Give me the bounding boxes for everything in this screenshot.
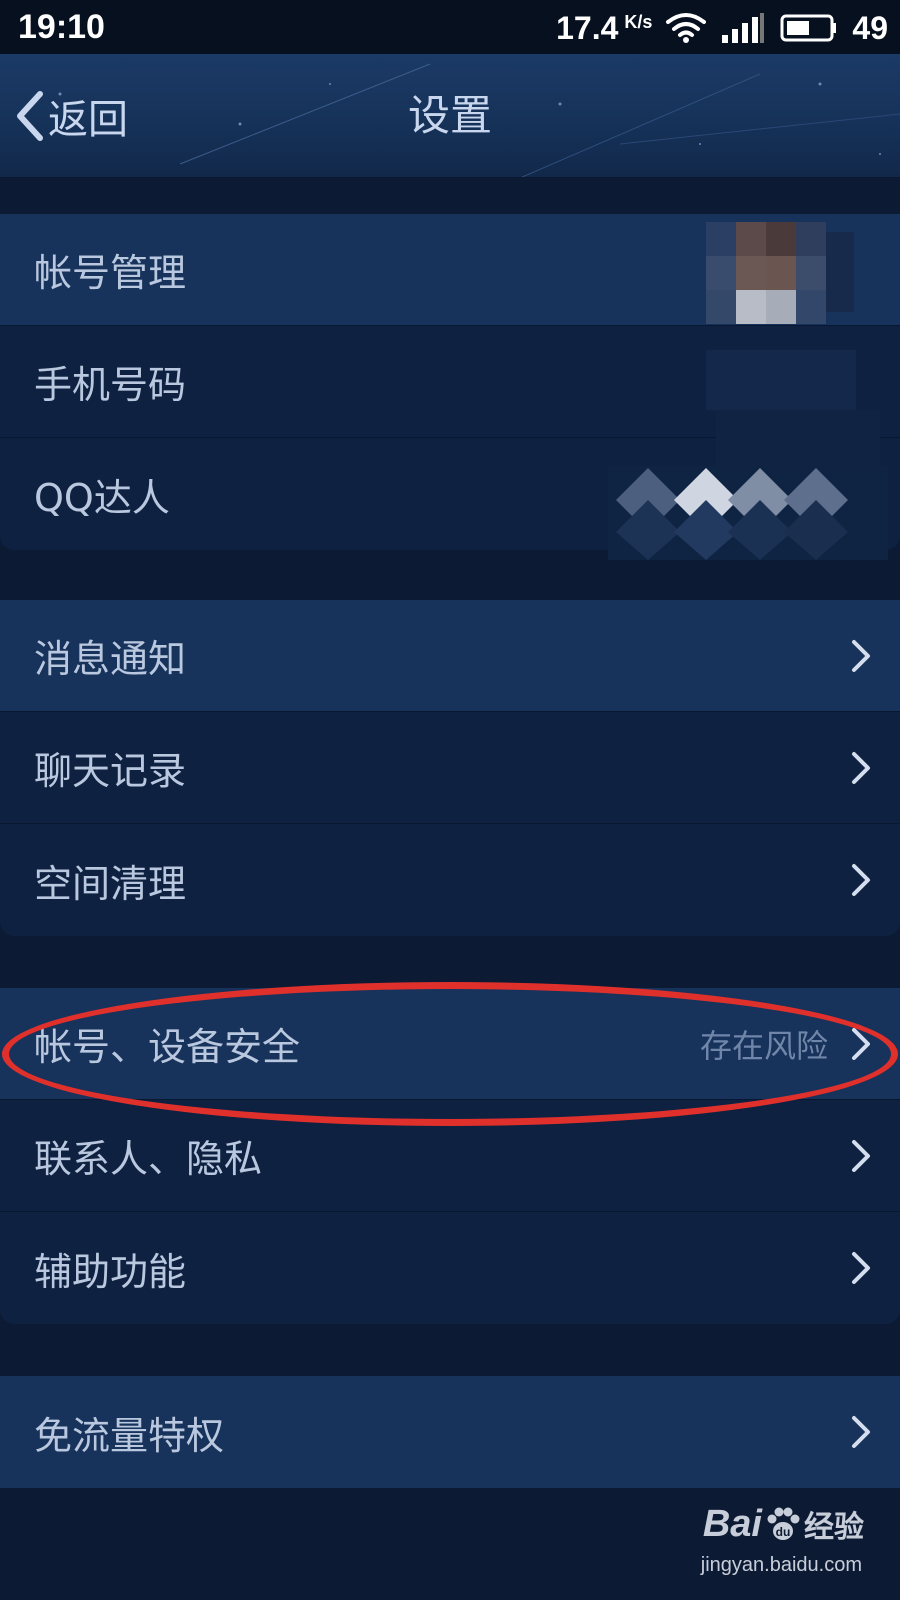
settings-row-label: 手机号码 xyxy=(34,363,187,407)
settings-row-label: 免流量特权 xyxy=(34,1413,225,1458)
network-speed-unit: K/s xyxy=(624,11,653,32)
settings-row-label: 空间清理 xyxy=(34,861,187,906)
settings-row-label: 消息通知 xyxy=(34,637,187,681)
avatar-pixelated xyxy=(706,222,854,324)
battery-level: 49 xyxy=(852,9,888,46)
page-title: 设置 xyxy=(407,91,492,140)
watermark-logo: Bai du 经验 xyxy=(703,1500,864,1548)
wifi-icon xyxy=(666,13,707,43)
chevron-right-icon xyxy=(852,751,870,784)
watermark-brand-latin: Bai xyxy=(702,1502,762,1545)
settings-group-messages: 消息通知 聊天记录 空间清理 xyxy=(0,600,900,936)
settings-group-data-free: 免流量特权 xyxy=(0,1376,900,1488)
chevron-right-icon xyxy=(852,1252,870,1284)
battery-icon xyxy=(780,14,837,42)
chevron-right-icon xyxy=(852,864,870,896)
svg-text:du: du xyxy=(776,1525,791,1539)
settings-row-storage-cleanup[interactable]: 空间清理 xyxy=(0,824,900,936)
title-bar: 返回 设置 xyxy=(0,54,900,178)
chevron-right-icon xyxy=(852,639,870,672)
settings-row-label: 聊天记录 xyxy=(34,749,187,793)
settings-row-message-notifications[interactable]: 消息通知 xyxy=(0,600,900,712)
baidu-jingyan-watermark: Bai du 经验 jingyan.baidu.com xyxy=(684,1500,864,1590)
phone-number-pixelated xyxy=(706,350,880,470)
chevron-right-icon xyxy=(852,1416,870,1448)
status-bar: 19:10 17.4 K/s 49 xyxy=(0,0,900,54)
chevron-right-icon xyxy=(852,1027,870,1060)
settings-row-label: 联系人、隐私 xyxy=(34,1137,263,1181)
signal-icon xyxy=(722,13,765,43)
settings-row-data-free-privilege[interactable]: 免流量特权 xyxy=(0,1376,900,1488)
status-time: 19:10 xyxy=(18,8,105,46)
chevron-right-icon xyxy=(852,1139,870,1172)
watermark-url: jingyan.baidu.com xyxy=(700,1554,862,1576)
qq-expert-badge-pixelated xyxy=(608,466,888,560)
settings-group-security: 帐号、设备安全 存在风险 联系人、隐私 辅助功能 xyxy=(0,988,900,1324)
status-indicators: 17.4 K/s 49 xyxy=(556,8,888,48)
settings-row-accessibility[interactable]: 辅助功能 xyxy=(0,1212,900,1324)
settings-row-label: QQ达人 xyxy=(34,475,170,520)
settings-row-contacts-privacy[interactable]: 联系人、隐私 xyxy=(0,1100,900,1212)
settings-row-account-device-security[interactable]: 帐号、设备安全 存在风险 xyxy=(0,988,900,1100)
settings-row-label: 帐号管理 xyxy=(34,251,187,295)
settings-row-label: 辅助功能 xyxy=(34,1249,187,1294)
network-speed-value: 17.4 xyxy=(556,9,619,46)
settings-row-chat-history[interactable]: 聊天记录 xyxy=(0,712,900,824)
network-speed: 17.4 K/s xyxy=(556,10,652,47)
watermark-brand-cn: 经验 xyxy=(804,1510,864,1545)
settings-row-label: 帐号、设备安全 xyxy=(34,1025,301,1069)
risk-status-text: 存在风险 xyxy=(699,1026,828,1065)
paw-icon: du xyxy=(767,1507,800,1540)
